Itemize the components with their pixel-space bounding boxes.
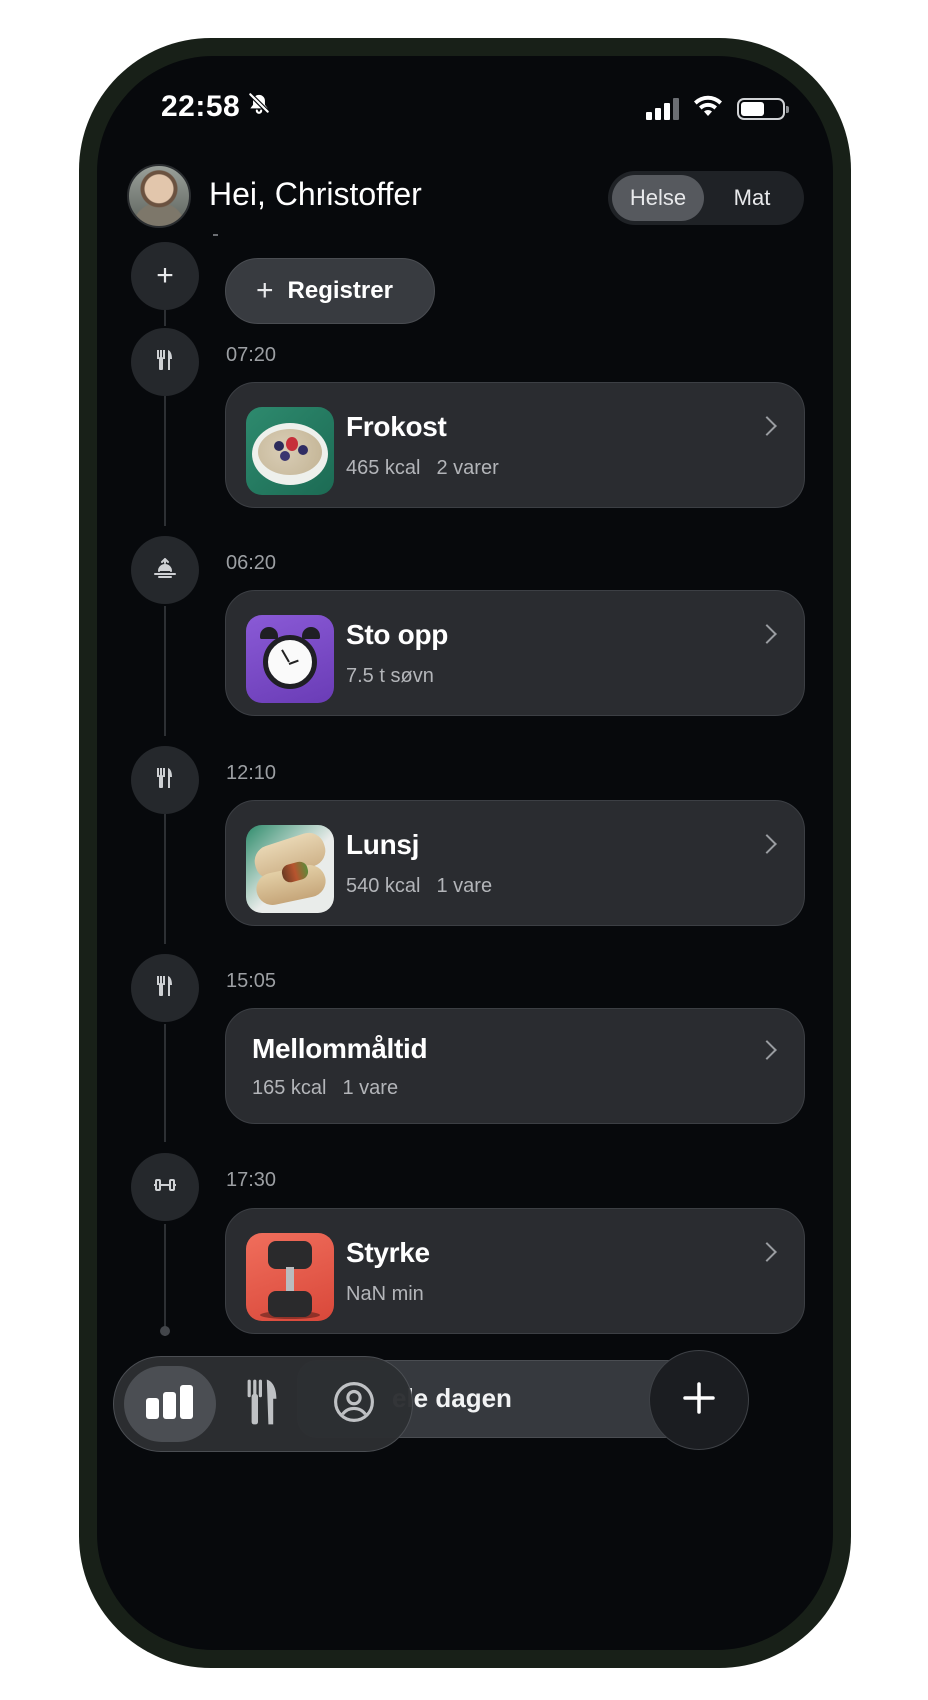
chevron-right-icon (757, 624, 777, 644)
entry-meta: 165 kcal 1 vare (252, 1077, 398, 1100)
view-segmented-control: Helse Mat (608, 171, 804, 225)
entry-meta: NaN min (346, 1283, 424, 1306)
chevron-right-icon (757, 1040, 777, 1060)
profile-tab[interactable] (308, 1366, 400, 1442)
entry-title: Sto opp (346, 619, 449, 650)
timeline-line (164, 1024, 166, 1142)
oatmeal-bowl-image (246, 407, 334, 495)
entry-card-frokost[interactable]: Frokost 465 kcal 2 varer (225, 382, 805, 508)
dumbbell-image (246, 1233, 334, 1321)
entry-items: 1 vare (342, 1077, 399, 1099)
timeline-line (164, 396, 166, 526)
status-bar-time: 22:58 (161, 90, 272, 124)
entry-kcal: 165 kcal (252, 1077, 327, 1099)
entry-kcal: 540 kcal (346, 875, 421, 897)
timeline-line (164, 1224, 166, 1336)
clock-text: 22:58 (161, 90, 241, 123)
entry-time: 15:05 (226, 970, 277, 992)
dumbbell-icon (153, 1178, 177, 1197)
sunrise-icon (153, 557, 177, 583)
plus-icon: + (256, 274, 274, 307)
meal-marker (131, 328, 199, 396)
divider (213, 234, 218, 236)
food-tab[interactable] (216, 1366, 308, 1442)
chevron-right-icon (757, 1242, 777, 1262)
entry-items: 2 varer (436, 457, 499, 479)
workout-marker (131, 1153, 199, 1221)
battery-icon (737, 97, 789, 120)
plus-icon (682, 1381, 716, 1420)
segment-helse[interactable]: Helse (612, 175, 704, 221)
status-bar-indicators (646, 94, 789, 123)
tab-bar (113, 1356, 413, 1452)
entry-title: Lunsj (346, 829, 420, 860)
entry-duration: NaN min (346, 1283, 424, 1305)
entry-time: 17:30 (226, 1169, 277, 1191)
segment-mat[interactable]: Mat (704, 175, 800, 221)
entry-kcal: 465 kcal (346, 457, 421, 479)
app-screen: 22:58 Hei, Christoffer Helse Mat + + Reg… (97, 56, 833, 1650)
entry-card-lunsj[interactable]: Lunsj 540 kcal 1 vare (225, 800, 805, 926)
add-entry-button[interactable]: + (131, 242, 199, 310)
entry-items: 1 vare (436, 875, 493, 897)
plus-icon: + (156, 259, 174, 292)
entry-time: 12:10 (226, 762, 277, 784)
chevron-right-icon (757, 416, 777, 436)
entry-title: Mellommåltid (252, 1033, 428, 1064)
entry-title: Frokost (346, 411, 447, 442)
wrap-image (246, 825, 334, 913)
fork-knife-icon (155, 974, 175, 1003)
greeting-title: Hei, Christoffer (209, 176, 422, 212)
cellular-signal-icon (646, 97, 679, 120)
add-fab-button[interactable] (649, 1350, 749, 1450)
avatar[interactable] (127, 164, 191, 228)
bell-slash-icon (246, 90, 272, 124)
fork-knife-icon (155, 348, 175, 377)
bar-chart-icon (144, 1384, 196, 1425)
fork-knife-icon (155, 766, 175, 795)
entry-title: Styrke (346, 1237, 430, 1268)
chevron-right-icon (757, 834, 777, 854)
register-button[interactable]: + Registrer (225, 258, 435, 324)
entry-meta: 540 kcal 1 vare (346, 875, 492, 898)
profile-icon (333, 1381, 375, 1428)
alarm-clock-image (246, 615, 334, 703)
timeline-line (164, 606, 166, 736)
entry-card-sto-opp[interactable]: Sto opp 7.5 t søvn (225, 590, 805, 716)
fork-knife-icon (246, 1377, 278, 1432)
entry-card-mellommaltid[interactable]: Mellommåltid 165 kcal 1 vare (225, 1008, 805, 1124)
entry-meta: 465 kcal 2 varer (346, 457, 499, 480)
meal-marker (131, 746, 199, 814)
wifi-icon (693, 94, 723, 123)
register-label: Registrer (287, 277, 393, 304)
entry-time: 06:20 (226, 552, 277, 574)
entry-sleep: 7.5 t søvn (346, 665, 434, 687)
entry-meta: 7.5 t søvn (346, 665, 434, 688)
timeline-line (164, 814, 166, 944)
timeline-end-dot (160, 1326, 170, 1336)
wake-marker (131, 536, 199, 604)
entry-card-styrke[interactable]: Styrke NaN min (225, 1208, 805, 1334)
stats-tab[interactable] (124, 1366, 216, 1442)
entry-time: 07:20 (226, 344, 277, 366)
meal-marker (131, 954, 199, 1022)
